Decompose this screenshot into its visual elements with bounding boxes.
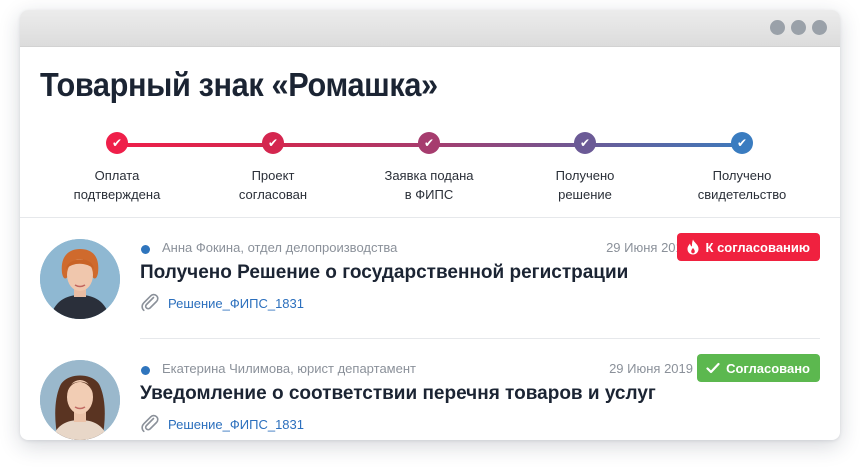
paperclip-icon [141,414,159,433]
progress-step-label: Оплата подтверждена [73,168,161,202]
feed-divider [140,338,820,339]
progress-step-project: ✔ Проект согласован [203,132,343,204]
feed-item: Екатерина Чилимова, юрист департамент 29… [20,349,840,440]
progress-step-label: Заявка подана в ФИПС [384,168,474,202]
section-divider [20,217,840,218]
check-icon [706,362,720,374]
status-badge-pending[interactable]: К согласованию [676,233,820,261]
author-status-dot [141,245,150,254]
window-controls [770,20,827,35]
window-dot-2[interactable] [791,20,806,35]
avatar [40,360,120,440]
progress-step-decision: ✔ Получено решение [515,132,655,204]
attachment-link[interactable]: Решение_ФИПС_1831 [168,296,304,311]
feed-item: Анна Фокина, отдел делопроизводства 29 И… [20,228,840,338]
avatar [40,239,120,319]
avatar-photo [40,239,120,319]
page-title: Товарный знак «Ромашка» [40,66,438,103]
window-titlebar [20,10,840,47]
progress-tracker: ✔ Оплата подтверждена ✔ Проект согласова… [20,130,840,220]
status-badge-approved[interactable]: Согласовано [697,354,820,382]
badge-label: Согласовано [726,360,810,376]
check-icon: ✔ [106,132,128,154]
avatar-photo [40,360,120,440]
author-name: Анна Фокина, отдел делопроизводства [162,240,398,255]
progress-step-application: ✔ Заявка подана в ФИПС [359,132,499,204]
fire-icon [687,239,699,255]
window-dot-3[interactable] [812,20,827,35]
browser-window: Товарный знак «Ромашка» ✔ Оплата подтвер… [20,10,840,440]
author-status-dot [141,366,150,375]
window-dot-1[interactable] [770,20,785,35]
attachment-link[interactable]: Решение_ФИПС_1831 [168,417,304,432]
progress-step-label: Получено свидетельство [697,168,787,202]
badge-label: К согласованию [705,239,810,255]
item-date: 29 Июня 2019 [609,361,693,376]
item-title[interactable]: Получено Решение о государственной регис… [140,262,628,284]
progress-step-certificate: ✔ Получено свидетельство [672,132,812,204]
check-icon: ✔ [574,132,596,154]
progress-step-payment: ✔ Оплата подтверждена [47,132,187,204]
check-icon: ✔ [418,132,440,154]
item-title[interactable]: Уведомление о соответствии перечня товар… [140,383,656,405]
progress-step-label: Проект согласован [238,168,308,202]
check-icon: ✔ [731,132,753,154]
check-icon: ✔ [262,132,284,154]
paperclip-icon [141,293,159,312]
author-name: Екатерина Чилимова, юрист департамент [162,361,416,376]
progress-step-label: Получено решение [555,168,615,202]
